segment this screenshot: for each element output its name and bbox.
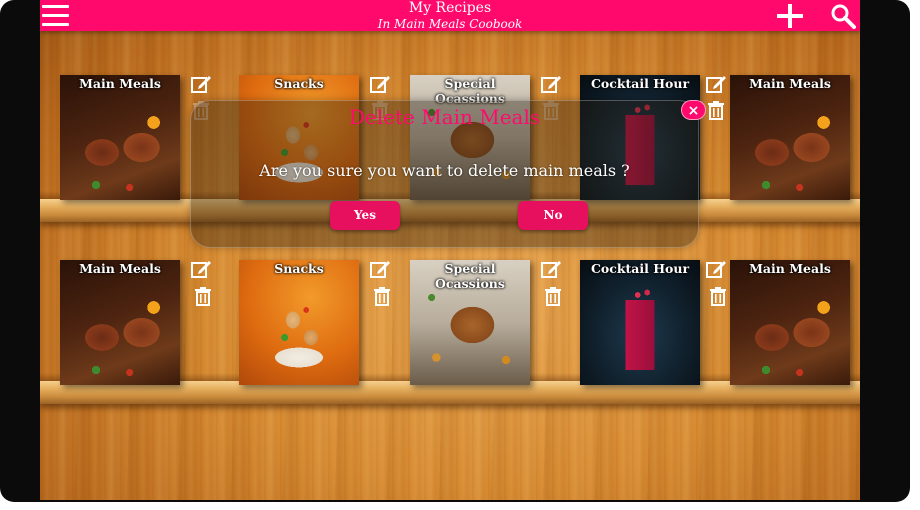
cookbook-card[interactable]: Main Meals <box>60 260 180 385</box>
grilled-steak-image <box>60 75 180 200</box>
edit-icon[interactable] <box>540 73 562 95</box>
cookbook-card[interactable]: Cocktail Hour <box>580 260 700 385</box>
cookbook-subtitle: In Main Meals Coobook <box>377 17 523 31</box>
plus-icon[interactable] <box>775 3 805 29</box>
edit-icon[interactable] <box>705 258 727 280</box>
edit-icon[interactable] <box>369 73 391 95</box>
cookbook-title: Cocktail Hour <box>590 76 690 91</box>
trash-icon[interactable] <box>371 285 393 307</box>
cookbook-card[interactable]: Main Meals <box>730 260 850 385</box>
header-titles: My Recipes In Main Meals Coobook <box>40 0 860 31</box>
app-screen: My Recipes In Main Meals Coobook Main Me… <box>40 0 860 500</box>
cookbook-title: Main Meals <box>79 261 161 276</box>
cookbook-title: Cocktail Hour <box>590 261 690 276</box>
trash-icon[interactable] <box>542 285 564 307</box>
cookbook-title: Main Meals <box>749 76 831 91</box>
trash-icon[interactable] <box>707 285 729 307</box>
cookbook-title: Main Meals <box>749 261 831 276</box>
cookbook-title: Snacks <box>274 261 324 276</box>
no-button[interactable]: No <box>518 201 588 230</box>
dialog-message: Are you sure you want to delete main mea… <box>259 161 630 180</box>
trash-icon[interactable] <box>192 285 214 307</box>
cookbook-title: Main Meals <box>79 76 161 91</box>
app-title: My Recipes <box>408 0 492 16</box>
grilled-steak-image <box>730 260 850 385</box>
cookbook-title: Snacks <box>274 76 324 91</box>
search-icon[interactable] <box>830 3 856 29</box>
cookbook-card[interactable]: Snacks <box>239 260 359 385</box>
edit-icon[interactable] <box>190 73 212 95</box>
edit-icon[interactable] <box>190 258 212 280</box>
cookbook-title: Special Ocassions <box>435 261 505 291</box>
yes-button[interactable]: Yes <box>330 201 400 230</box>
close-icon[interactable]: × <box>681 100 706 120</box>
device-frame: My Recipes In Main Meals Coobook Main Me… <box>0 0 910 502</box>
edit-icon[interactable] <box>540 258 562 280</box>
grilled-steak-image <box>730 75 850 200</box>
edit-icon[interactable] <box>705 73 727 95</box>
trash-icon[interactable] <box>705 99 727 121</box>
grilled-steak-image <box>60 260 180 385</box>
red-cocktail-image <box>580 260 700 385</box>
chicken-skewer-image <box>239 260 359 385</box>
cookbook-card[interactable]: Main Meals <box>730 75 850 200</box>
dialog-title: Delete Main Meals <box>348 105 541 129</box>
cookbook-card[interactable]: Special Ocassions <box>410 260 530 385</box>
edit-icon[interactable] <box>369 258 391 280</box>
delete-confirm-dialog: Delete Main Meals Are you sure you want … <box>190 100 706 248</box>
cookbook-card[interactable]: Main Meals <box>60 75 180 200</box>
app-header: My Recipes In Main Meals Coobook <box>40 0 860 31</box>
